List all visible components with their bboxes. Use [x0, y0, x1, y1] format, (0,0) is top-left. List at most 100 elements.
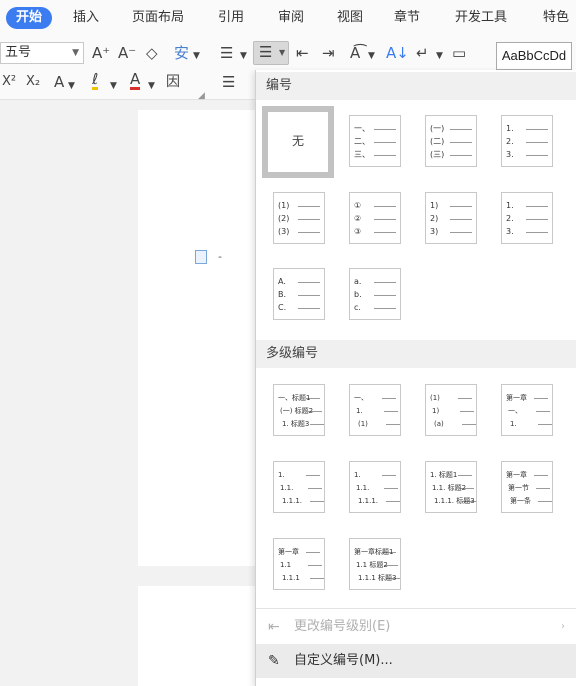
highlight-icon[interactable]: ℓ [92, 71, 99, 90]
table-borders-icon[interactable]: ▭ [452, 43, 466, 63]
text-line [526, 219, 548, 220]
text-line [384, 488, 398, 489]
multilevel-option[interactable]: (1) 1) (a) [425, 384, 477, 436]
numbering-marker: 2. [506, 214, 514, 223]
numbering-button[interactable]: ☰ ▼ [253, 41, 289, 65]
character-border-icon[interactable]: 因 [166, 72, 180, 92]
multilevel-option[interactable]: 一、标题1 (一) 标题2 1. 标题3 [273, 384, 325, 436]
numbering-option-none[interactable]: 无 [262, 106, 334, 178]
multilevel-sample-row: 1.1.1 标题3 [358, 573, 402, 583]
multilevel-marker: 1.1.1 [282, 574, 300, 582]
multilevel-option[interactable]: 第一章标题1 1.1 标题2 1.1.1 标题3 [349, 538, 401, 590]
chevron-down-icon[interactable]: ▼ [110, 76, 117, 96]
multilevel-option[interactable]: 1. 1.1. 1.1.1. [349, 461, 401, 513]
multilevel-sample-row: 1.1.1. [358, 496, 402, 506]
tab-developer[interactable]: 开发工具 [455, 7, 507, 29]
multilevel-marker: 第一章 [278, 548, 299, 556]
numbering-marker: 3) [430, 227, 439, 236]
custom-numbering-item[interactable]: ✎ 自定义编号(M)... [256, 644, 576, 678]
multilevel-option[interactable]: 第一章 1.1 1.1.1 [273, 538, 325, 590]
align-left-icon[interactable]: ☰ [222, 72, 235, 92]
tab-references[interactable]: 引用 [218, 7, 244, 29]
chevron-down-icon: ▼ [72, 48, 79, 58]
numbering-sample-row: (三) [430, 150, 474, 160]
numbering-option[interactable]: 1. 2. 3. [501, 192, 553, 244]
chevron-down-icon[interactable]: ▼ [68, 76, 75, 96]
chevron-down-icon[interactable]: ▼ [193, 46, 200, 66]
text-line [526, 155, 548, 156]
numbering-sample-row: A. [278, 277, 322, 287]
chevron-down-icon[interactable]: ▼ [148, 76, 155, 96]
numbering-marker: 二、 [354, 137, 370, 146]
document-page-next[interactable] [138, 586, 258, 686]
tab-special[interactable]: 特色 [543, 7, 569, 29]
font-color-icon[interactable]: A [130, 71, 141, 90]
tab-view[interactable]: 视图 [337, 7, 363, 29]
font-size-value: 五号 [5, 45, 32, 60]
text-line [536, 411, 550, 412]
numbering-marker: a. [354, 277, 362, 286]
text-line [308, 565, 322, 566]
multilevel-sample-row: 1. 标题3 [282, 419, 326, 429]
multilevel-sample-row: 第一条 [510, 496, 554, 506]
numbering-option[interactable]: a. b. c. [349, 268, 401, 320]
multilevel-sample-row: 第一节 [508, 483, 552, 493]
multilevel-option[interactable]: 第一章 一、 1. [501, 384, 553, 436]
text-line [450, 155, 472, 156]
bullet-list-icon[interactable]: ☰ [220, 43, 233, 63]
numbering-sample-row: 一、 [354, 124, 398, 134]
multilevel-marker: 1. [356, 407, 363, 415]
document-page[interactable] [138, 110, 258, 566]
chevron-down-icon[interactable]: ▼ [240, 46, 247, 66]
numbering-option[interactable]: (1) (2) (3) [273, 192, 325, 244]
grow-font-icon[interactable]: A⁺ [92, 43, 110, 63]
decrease-indent-icon[interactable]: ⇤ [296, 43, 309, 63]
tab-section[interactable]: 章节 [394, 7, 420, 29]
numbering-option[interactable]: A. B. C. [273, 268, 325, 320]
numbering-sample-row: 二、 [354, 137, 398, 147]
tab-review[interactable]: 审阅 [278, 7, 304, 29]
increase-indent-icon[interactable]: ⇥ [322, 43, 335, 63]
phonetic-guide-icon[interactable]: 安 [174, 43, 189, 63]
numbering-marker: ② [354, 214, 362, 223]
text-direction-icon[interactable]: A͡ [350, 43, 360, 63]
numbering-option[interactable]: 1. 2. 3. [501, 115, 553, 167]
multilevel-marker: 1.1 [280, 561, 292, 569]
multilevel-option[interactable]: 1. 1.1. 1.1.1. [273, 461, 325, 513]
font-size-select[interactable]: 五号 ▼ [0, 42, 84, 64]
text-line [526, 142, 548, 143]
tab-insert[interactable]: 插入 [73, 7, 99, 29]
tab-page-layout[interactable]: 页面布局 [132, 7, 184, 29]
numbering-sample-row: ① [354, 201, 398, 211]
multilevel-sample-row: (一) 标题2 [280, 406, 324, 416]
sort-icon[interactable]: A↓ [386, 43, 409, 63]
clear-format-icon[interactable]: ◇ [146, 43, 158, 63]
numbering-option[interactable]: 一、 二、 三、 [349, 115, 401, 167]
numbering-marker: 3. [506, 150, 514, 159]
text-line [374, 155, 396, 156]
multilevel-option[interactable]: 1. 标题1 1.1. 标题2 1.1.1. 标题3 [425, 461, 477, 513]
numbering-option[interactable]: ① ② ③ [349, 192, 401, 244]
numbering-option[interactable]: 1) 2) 3) [425, 192, 477, 244]
chevron-down-icon[interactable]: ▼ [368, 46, 375, 66]
text-effect-icon[interactable]: A [54, 72, 64, 92]
numbering-option[interactable]: (一) (二) (三) [425, 115, 477, 167]
numbering-sample-row: (2) [278, 214, 322, 224]
multilevel-option[interactable]: 第一章 第一节 第一条 [501, 461, 553, 513]
style-preview-normal[interactable]: AaBbCcDd [496, 42, 572, 70]
tab-home[interactable]: 开始 [6, 7, 53, 29]
shrink-font-icon[interactable]: A⁻ [118, 43, 136, 63]
numbering-sample-row: (一) [430, 124, 474, 134]
chevron-down-icon[interactable]: ▼ [436, 46, 443, 66]
multilevel-sample-row: 1) [432, 406, 476, 416]
superscript-icon[interactable]: X² [2, 72, 16, 92]
multilevel-option[interactable]: 一、 1. (1) [349, 384, 401, 436]
change-list-level-item[interactable]: ⇤ 更改编号级别(E) › [256, 610, 576, 644]
numbering-sample-row: (二) [430, 137, 474, 147]
numbering-sample-row: c. [354, 303, 398, 313]
show-marks-icon[interactable]: ↵ [416, 43, 429, 63]
multilevel-sample-row: (1) [358, 419, 402, 429]
subscript-icon[interactable]: X₂ [26, 72, 40, 92]
numbering-marker: (一) [430, 124, 445, 133]
numbering-marker: 2. [506, 137, 514, 146]
